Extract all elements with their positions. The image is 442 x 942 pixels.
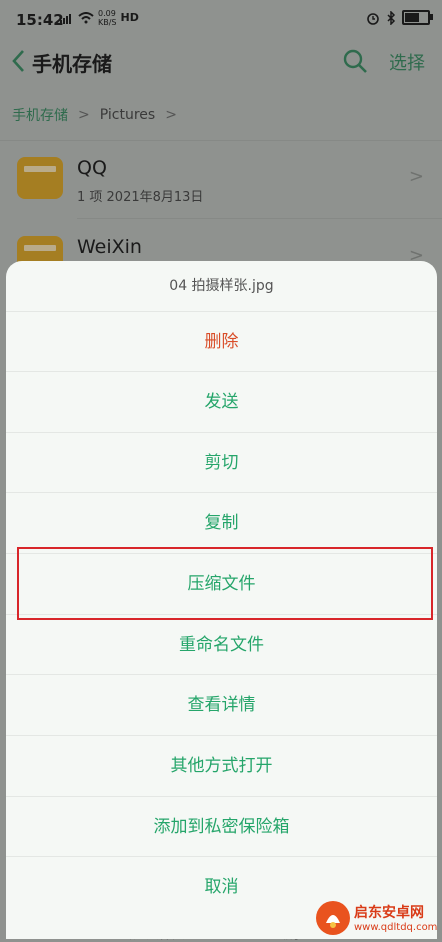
breadcrumb-current[interactable]: Pictures	[100, 107, 155, 123]
file-name: QQ	[77, 157, 107, 179]
cut-button[interactable]: 剪切	[6, 432, 437, 493]
select-button[interactable]: 选择	[389, 49, 425, 75]
network-indicator: 0.09 KB/S HD	[60, 9, 139, 27]
app-header: 手机存储 选择	[0, 40, 442, 86]
page-title: 手机存储	[32, 52, 112, 76]
list-item[interactable]: QQ 1 项 2021年8月13日 >	[0, 140, 442, 218]
chevron-right-icon: >	[165, 107, 177, 123]
add-to-vault-button[interactable]: 添加到私密保险箱	[6, 796, 437, 857]
details-button[interactable]: 查看详情	[6, 674, 437, 735]
net-unit: KB/S	[98, 18, 117, 27]
battery-icon	[402, 10, 433, 25]
watermark-name: 启东安卓网	[354, 905, 424, 921]
folder-icon	[17, 157, 63, 199]
chevron-right-icon: >	[78, 107, 90, 123]
net-speed: 0.09	[98, 9, 116, 18]
send-button[interactable]: 发送	[6, 371, 437, 432]
compress-button[interactable]: 压缩文件	[6, 553, 437, 614]
search-icon[interactable]	[342, 48, 368, 74]
copy-button[interactable]: 复制	[6, 492, 437, 553]
status-right-group	[366, 10, 433, 25]
watermark-text: 启东安卓网 www.qdltdq.com	[354, 902, 437, 933]
watermark-url: www.qdltdq.com	[354, 922, 438, 933]
battery-level	[405, 13, 419, 22]
signal-icon	[60, 14, 71, 24]
chevron-right-icon: >	[408, 166, 424, 187]
watermark-logo-icon	[316, 900, 350, 935]
status-bar: 15:42 0.09 KB/S HD	[0, 0, 442, 40]
net-type: HD	[120, 11, 139, 24]
watermark: 启东安卓网 www.qdltdq.com	[316, 896, 442, 939]
rename-button[interactable]: 重命名文件	[6, 614, 437, 675]
file-name: WeiXin	[77, 236, 142, 258]
open-with-button[interactable]: 其他方式打开	[6, 735, 437, 796]
status-time: 15:42	[16, 11, 64, 29]
back-arrow-icon[interactable]	[10, 48, 30, 76]
alarm-icon	[367, 12, 379, 25]
file-meta: 1 项 2021年8月13日	[77, 190, 204, 205]
sheet-title: 04 拍摄样张.jpg	[169, 278, 274, 294]
action-sheet: 04 拍摄样张.jpg 删除 发送 剪切 复制 压缩文件 重命名文件 查看详情 …	[6, 261, 437, 939]
wifi-icon	[78, 12, 94, 24]
breadcrumb-root[interactable]: 手机存储	[12, 105, 68, 125]
bluetooth-icon	[387, 10, 396, 25]
delete-button[interactable]: 删除	[6, 311, 437, 372]
breadcrumb: 手机存储 > Pictures >	[12, 105, 177, 125]
